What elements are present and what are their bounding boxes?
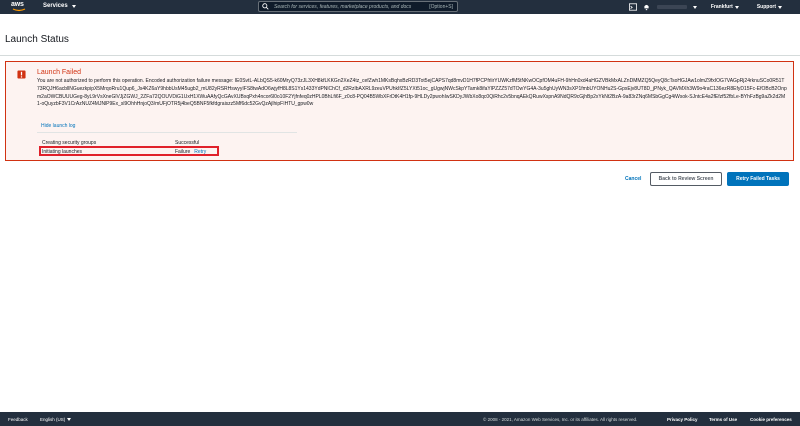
error-message: You are not authorized to perform this o… — [37, 78, 787, 108]
error-title: Launch Failed — [37, 69, 81, 76]
highlight-box — [39, 146, 219, 156]
copyright-text: © 2008 - 2021, Amazon Web Services, Inc.… — [483, 417, 638, 422]
bell-icon[interactable] — [643, 3, 651, 11]
region-selector[interactable]: Frankfurt — [711, 4, 739, 10]
retry-failed-tasks-button[interactable]: Retry Failed Tasks — [727, 172, 789, 186]
chevron-down-icon — [734, 5, 739, 9]
search-shortcut: [Option+S] — [429, 4, 453, 10]
cancel-button[interactable]: Cancel — [625, 176, 641, 182]
terminal-icon[interactable] — [628, 3, 637, 11]
aws-logo-icon[interactable]: aws — [11, 1, 33, 13]
services-menu[interactable]: Services — [43, 3, 76, 9]
footer-bar: Feedback English (US) © 2008 - 2021, Ama… — [0, 412, 800, 426]
aws-smile-icon — [12, 8, 26, 12]
nav-right-group: Frankfurt Support — [628, 2, 800, 12]
support-label: Support — [756, 4, 776, 10]
services-label: Services — [43, 3, 68, 9]
chevron-down-icon — [778, 5, 782, 9]
cookie-preferences-link[interactable]: Cookie preferences — [750, 417, 792, 422]
top-navigation-bar: aws Services Search for services, featur… — [0, 0, 800, 14]
privacy-policy-link[interactable]: Privacy Policy — [667, 417, 698, 422]
search-icon — [262, 3, 270, 11]
chevron-down-icon — [692, 5, 697, 9]
terms-of-use-link[interactable]: Terms of Use — [709, 417, 737, 422]
region-label: Frankfurt — [710, 4, 733, 10]
language-label: English (US) — [40, 417, 66, 422]
error-alert: Launch Failed You are not authorized to … — [5, 61, 794, 161]
back-to-review-button[interactable]: Back to Review Screen — [650, 172, 722, 186]
search-placeholder: Search for services, features, marketpla… — [274, 3, 412, 10]
error-icon — [17, 70, 26, 79]
search-input[interactable]: Search for services, features, marketpla… — [258, 1, 458, 12]
chevron-down-icon — [71, 4, 76, 8]
page-title: Launch Status — [5, 34, 69, 45]
aws-logo-text: aws — [11, 1, 24, 8]
support-menu[interactable]: Support — [757, 4, 782, 10]
hide-launch-log-link[interactable]: Hide launch log — [41, 123, 75, 129]
language-selector[interactable]: English (US) — [40, 417, 72, 422]
account-menu[interactable] — [656, 5, 687, 9]
title-divider — [0, 55, 800, 56]
chevron-down-icon — [67, 418, 72, 421]
status-divider — [37, 132, 297, 133]
feedback-link[interactable]: Feedback — [8, 417, 28, 422]
